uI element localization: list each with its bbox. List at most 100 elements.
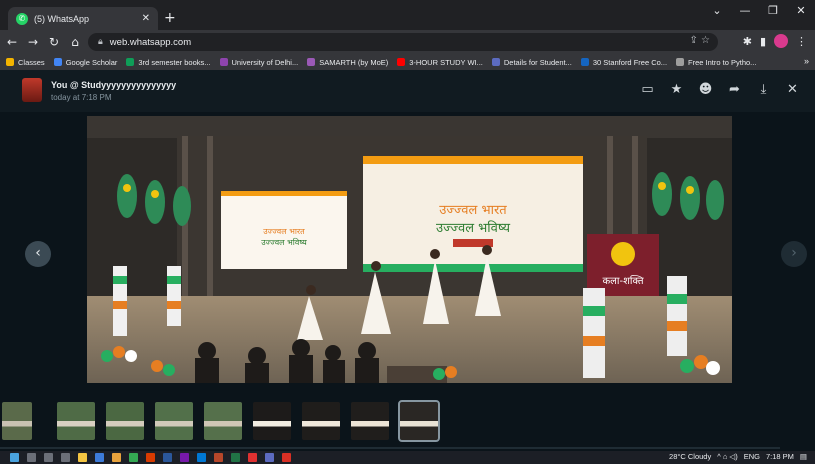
task-view-icon[interactable]: [61, 453, 70, 462]
bookmark-item[interactable]: Details for Student...: [491, 57, 572, 67]
bookmark-label: 3-HOUR STUDY WI...: [409, 57, 483, 67]
chevron-down-icon[interactable]: ⌄: [703, 4, 731, 17]
word-icon[interactable]: [163, 453, 172, 462]
left-banner-line2: उज्ज्वल भविष्य: [261, 237, 307, 247]
profile-avatar[interactable]: [774, 34, 788, 48]
screen: ✆ (5) WhatsApp ✕ + ⌄ — ❐ ✕ ← → ↻ ⌂ 🔒︎ we…: [0, 0, 815, 464]
thumbnail-item[interactable]: [398, 400, 440, 442]
minimize-button[interactable]: —: [731, 4, 759, 17]
forward-button[interactable]: →: [24, 35, 42, 49]
pdf-icon[interactable]: [248, 453, 257, 462]
url-text: web.whatsapp.com: [109, 36, 192, 48]
bookmark-item[interactable]: SAMARTH (by MoE): [307, 58, 388, 67]
bookmark-label: 3rd semester books...: [138, 57, 211, 67]
browser-tab[interactable]: ✆ (5) WhatsApp ✕: [8, 7, 158, 30]
bookmark-item[interactable]: Classes: [6, 58, 45, 67]
reload-button[interactable]: ↻: [45, 35, 63, 49]
bookmark-icon: [219, 58, 228, 66]
bookmark-icon: [126, 58, 135, 66]
message-time: today at 7:18 PM: [51, 93, 112, 102]
share-icon[interactable]: ⇪ ☆: [689, 35, 710, 46]
notification-icon[interactable]: ▤: [800, 452, 807, 461]
bookmark-label: University of Delhi...: [231, 57, 299, 67]
file-explorer-icon[interactable]: [78, 453, 87, 462]
clock[interactable]: 7:18 PM: [766, 452, 794, 461]
close-icon[interactable]: ✕: [778, 82, 807, 97]
back-button[interactable]: ←: [3, 35, 21, 49]
star-icon[interactable]: ★: [662, 82, 691, 97]
thumbnail-item[interactable]: [253, 402, 291, 440]
thumbnail-item[interactable]: [204, 402, 242, 440]
cortana-icon[interactable]: [44, 453, 53, 462]
bookmark-icon: [676, 58, 685, 66]
thumbnail-item[interactable]: [2, 402, 32, 440]
viewer-actions: ▭ ★ ☻ ➦ ⤓ ✕: [633, 82, 807, 97]
bookmark-item[interactable]: 3-HOUR STUDY WI...: [397, 58, 483, 67]
store-icon[interactable]: [95, 453, 104, 462]
restore-button[interactable]: ❐: [759, 4, 787, 17]
message-icon[interactable]: ▭: [633, 82, 662, 97]
app-icon-2[interactable]: [265, 453, 274, 462]
thumbnail-item[interactable]: [351, 402, 389, 440]
main-banner-line2: उज्ज्वल भविष्य: [436, 220, 511, 236]
window-controls: ⌄ — ❐ ✕: [703, 4, 815, 17]
bookmark-label: Google Scholar: [65, 57, 118, 67]
bookmark-icon: [491, 58, 500, 66]
thumbnail-scrollbar[interactable]: [0, 447, 780, 449]
tray-icons[interactable]: ^ ⌂ ◁): [717, 452, 737, 461]
bookmark-label: Free Intro to Pytho...: [688, 57, 757, 67]
bookmark-item[interactable]: Free Intro to Pytho...: [676, 58, 756, 67]
home-button[interactable]: ⌂: [66, 35, 84, 49]
tab-title: (5) WhatsApp: [34, 13, 90, 24]
bookmark-item[interactable]: University of Delhi...: [219, 57, 299, 67]
search-icon[interactable]: [27, 453, 36, 462]
previous-media-button[interactable]: ‹: [25, 241, 51, 267]
chrome-profile-icon[interactable]: [282, 453, 291, 462]
thumbnail-item[interactable]: [155, 402, 193, 440]
new-tab-button[interactable]: +: [164, 10, 176, 26]
bookmark-icon: [6, 58, 14, 66]
bookmark-item[interactable]: 3rd semester books...: [126, 57, 211, 67]
main-banner-line1: उज्ज्वल भारत: [439, 203, 507, 218]
bookmark-icon: [53, 58, 62, 66]
menu-icon[interactable]: ⋮: [796, 35, 807, 48]
emoji-icon[interactable]: ☻: [691, 82, 720, 97]
office-icon[interactable]: [146, 453, 155, 462]
app-icon[interactable]: [112, 453, 121, 462]
sidepanel-icon[interactable]: ▮: [760, 35, 766, 48]
chrome-icon[interactable]: [129, 453, 138, 462]
weather-status[interactable]: 28°C Cloudy: [669, 452, 711, 461]
windows-start-icon[interactable]: [10, 453, 19, 462]
bookmark-icon: [307, 58, 316, 66]
system-tray: 28°C Cloudy ^ ⌂ ◁) ENG 7:18 PM ▤: [669, 452, 807, 461]
address-bar[interactable]: 🔒︎ web.whatsapp.com ⇪ ☆: [88, 33, 718, 51]
edge-icon[interactable]: [197, 453, 206, 462]
tab-close-icon[interactable]: ✕: [142, 13, 150, 24]
bookmark-item[interactable]: 30 Stanford Free Co...: [580, 58, 667, 67]
bookmark-icon: [580, 58, 589, 66]
stage-performance-image: उज्ज्वल भारत उज्ज्वल भविष्य उज्ज्वल भारत…: [87, 116, 732, 383]
bookmark-label: SAMARTH (by MoE): [319, 57, 389, 67]
bookmarks-overflow-icon[interactable]: »: [804, 56, 809, 66]
sender-name: You @ Studyyyyyyyyyyyyyyy: [51, 80, 177, 90]
extensions-icon[interactable]: ✱: [743, 35, 752, 48]
download-icon[interactable]: ⤓: [749, 82, 778, 97]
lock-icon[interactable]: 🔒︎: [98, 37, 103, 47]
bookmark-label: Details for Student...: [503, 57, 572, 67]
next-media-button[interactable]: ›: [781, 241, 807, 267]
excel-icon[interactable]: [231, 453, 240, 462]
thumbnail-item[interactable]: [57, 402, 95, 440]
thumbnail-item[interactable]: [302, 402, 340, 440]
forward-icon[interactable]: ➦: [720, 82, 749, 97]
browser-tab-strip: ✆ (5) WhatsApp ✕ + ⌄ — ❐ ✕: [0, 0, 815, 30]
left-banner-line1: उज्ज्वल भारत: [263, 227, 305, 236]
powerpoint-icon[interactable]: [214, 453, 223, 462]
onenote-icon[interactable]: [180, 453, 189, 462]
avatar[interactable]: [22, 78, 42, 102]
event-photo: उज्ज्वल भारत उज्ज्वल भविष्य उज्ज्वल भारत…: [87, 116, 732, 383]
language-indicator[interactable]: ENG: [744, 452, 760, 461]
thumbnail-item[interactable]: [106, 402, 144, 440]
bookmark-item[interactable]: Google Scholar: [53, 57, 118, 67]
bookmarks-bar: Classes Google Scholar 3rd semester books.…: [0, 54, 815, 70]
close-window-button[interactable]: ✕: [787, 4, 815, 17]
